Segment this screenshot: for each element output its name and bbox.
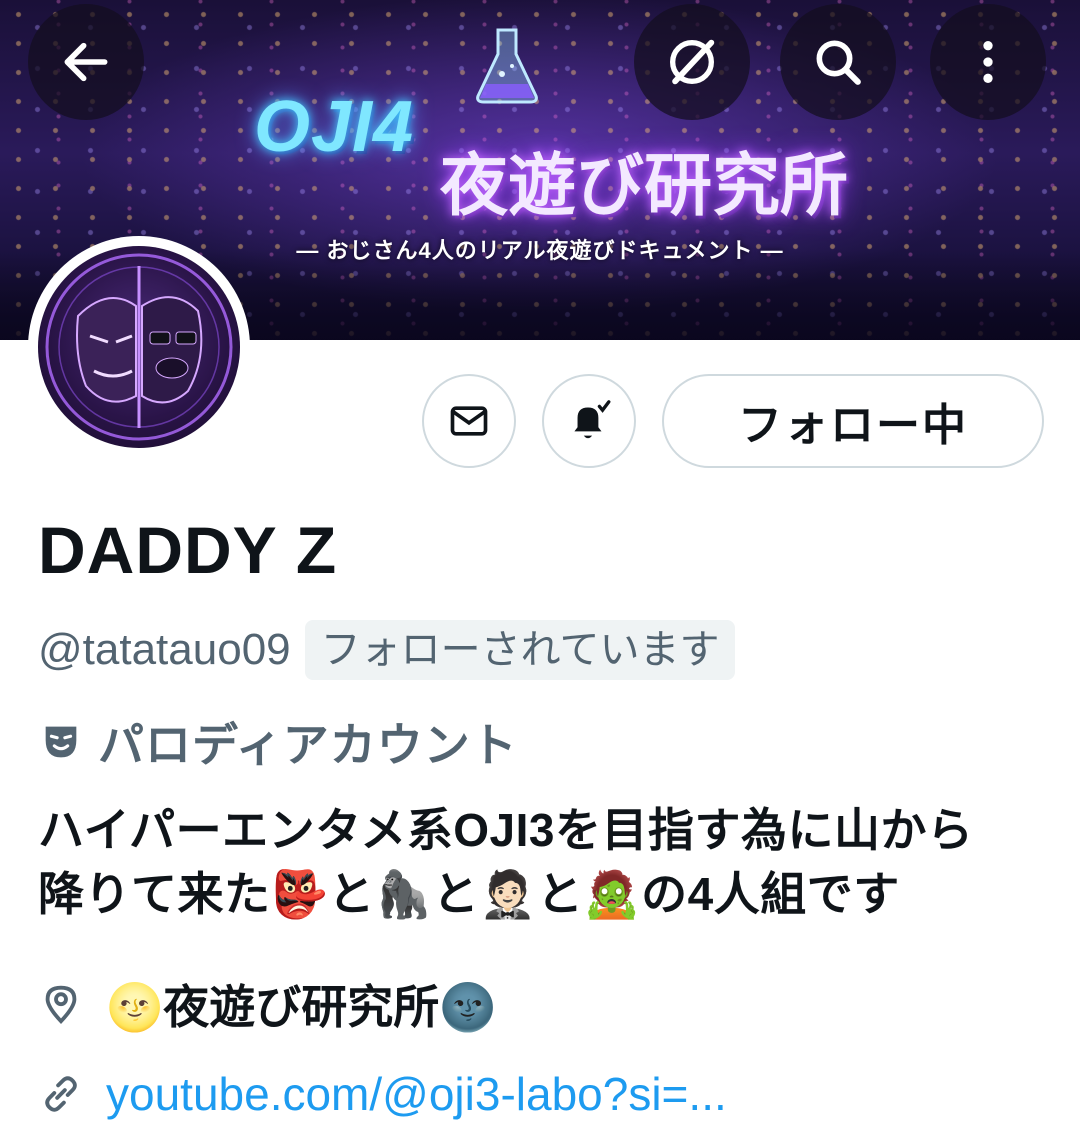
back-arrow-icon [64, 42, 108, 82]
banner-subtitle: — おじさん4人のリアル夜遊びドキュメント — [296, 238, 784, 263]
bell-check-icon [574, 400, 611, 439]
mask-faces-icon [45, 253, 233, 441]
more-button[interactable] [930, 4, 1046, 120]
envelope-icon [450, 406, 488, 436]
bio: ハイパーエンタメ系OJI3を目指す為に山から 降りて来た👺と🦍と🤵🏻と🧟の4人組… [38, 798, 1048, 926]
notifications-button[interactable] [542, 374, 636, 468]
bio-line-1: ハイパーエンタメ系OJI3を目指す為に山から [38, 804, 974, 856]
grok-button[interactable] [634, 4, 750, 120]
follows-you-badge: フォローされています [304, 620, 736, 680]
location-row: 🌝夜遊び研究所🌚 [38, 972, 497, 1036]
sun-face-emoji: 🌝 [106, 980, 164, 1034]
tengu-emoji: 👺 [270, 867, 329, 921]
banner-logo-latin: OJI4 [254, 87, 415, 167]
search-icon [816, 40, 861, 85]
avatar[interactable] [28, 236, 250, 458]
banner-logo-japanese: 夜遊び研究所 [440, 148, 849, 224]
website-link[interactable]: youtube.com/@oji3-labo?si=... [106, 1067, 727, 1121]
new-moon-face-emoji: 🌚 [439, 980, 497, 1034]
username-handle: @tatatauo09 [38, 625, 291, 674]
more-vertical-icon [983, 41, 993, 83]
parody-account-label: パロディアカウント [98, 719, 518, 771]
link-row: youtube.com/@oji3-labo?si=... [38, 1062, 727, 1126]
location-text: 🌝夜遊び研究所🌚 [106, 980, 497, 1034]
message-button[interactable] [422, 374, 516, 468]
gorilla-emoji: 🦍 [374, 867, 433, 921]
search-button[interactable] [780, 4, 896, 120]
parody-label-row: パロディアカウント [38, 710, 518, 774]
banner-logo: OJI4 夜遊び研究所 [240, 28, 880, 230]
zombie-emoji: 🧟 [583, 867, 642, 921]
link-icon [45, 1076, 77, 1112]
following-button[interactable]: フォロー中 [662, 374, 1044, 468]
avatar-image [38, 246, 240, 448]
handle-row: @tatatauo09 フォローされています [38, 620, 736, 680]
back-button[interactable] [28, 4, 144, 120]
location-pin-icon [45, 985, 77, 1025]
sparkle-slash-icon [670, 39, 715, 85]
flask-icon [476, 28, 538, 104]
theater-mask-icon [45, 726, 77, 758]
tuxedo-person-emoji: 🤵🏻 [479, 867, 537, 921]
bio-line-2: 降りて来た👺と🦍と🤵🏻と🧟の4人組です [38, 867, 900, 921]
display-name: DADDY Z [38, 513, 338, 587]
